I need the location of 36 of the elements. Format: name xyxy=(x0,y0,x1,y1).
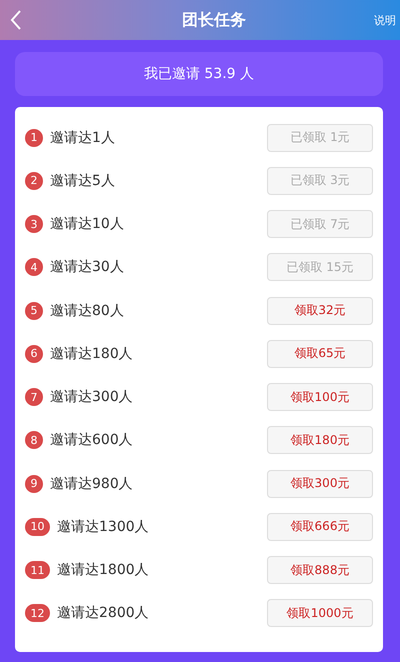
number-badge: 3 xyxy=(25,215,43,234)
task-label: 邀请达600人 xyxy=(50,431,134,450)
task-label: 邀请达80人 xyxy=(50,302,125,320)
invite-count-banner: 我已邀请 53.9 人 xyxy=(15,52,383,96)
number-badge: 8 xyxy=(25,431,43,450)
number-badge: 5 xyxy=(25,302,43,320)
task-label: 邀请达980人 xyxy=(50,474,134,493)
number-badge: 7 xyxy=(25,388,43,406)
task-label: 邀请达10人 xyxy=(50,215,125,234)
task-label: 邀请达180人 xyxy=(50,344,134,363)
task-label: 邀请达1人 xyxy=(50,128,116,147)
task-label: 邀请达2800人 xyxy=(57,604,150,622)
task-label: 邀请达300人 xyxy=(50,388,134,406)
claim-button[interactable]: 领取180元 xyxy=(267,426,373,454)
number-badge: 2 xyxy=(25,172,43,190)
claim-button[interactable]: 领取666元 xyxy=(267,512,373,541)
claim-button[interactable]: 领取100元 xyxy=(267,383,373,412)
task-label: 邀请达30人 xyxy=(50,258,125,276)
claim-button[interactable]: 领取32元 xyxy=(267,296,373,325)
number-badge: 6 xyxy=(25,344,43,363)
number-badge: 1 xyxy=(25,128,43,147)
claim-button[interactable]: 领取65元 xyxy=(267,340,373,368)
number-badge: 11 xyxy=(25,561,50,580)
page-title: 团长任务 xyxy=(181,10,247,30)
task-label: 邀请达5人 xyxy=(50,172,116,190)
back-icon xyxy=(10,10,22,30)
claim-button[interactable]: 领取888元 xyxy=(267,556,373,584)
task-label: 邀请达1800人 xyxy=(57,561,150,580)
number-badge: 12 xyxy=(25,604,50,622)
number-badge: 10 xyxy=(25,518,50,536)
number-badge: 4 xyxy=(25,258,43,276)
claim-button[interactable]: 领取1000元 xyxy=(267,599,373,628)
help-link[interactable]: 说明 xyxy=(374,12,396,28)
claim-button[interactable]: 领取300元 xyxy=(267,470,373,498)
task-label: 邀请达1300人 xyxy=(57,518,150,536)
number-badge: 9 xyxy=(25,474,43,493)
